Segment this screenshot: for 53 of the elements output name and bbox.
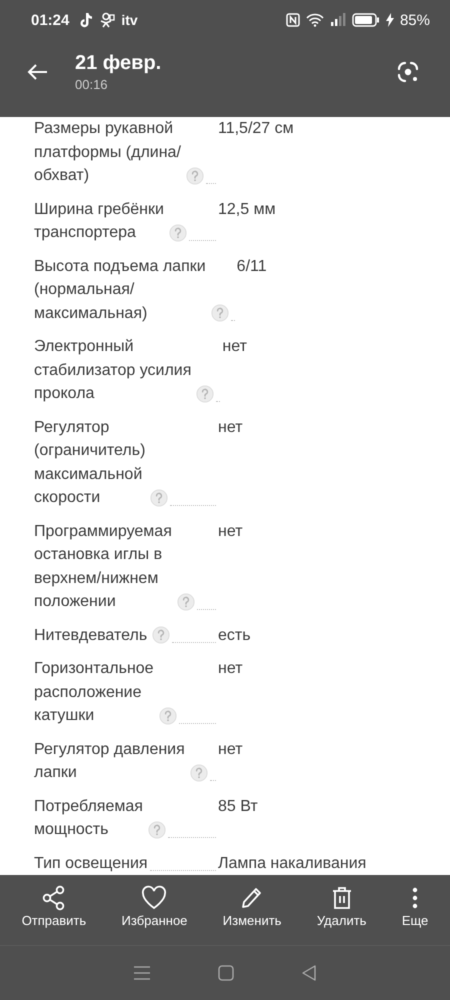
help-icon[interactable]: [152, 626, 170, 644]
home-button[interactable]: [216, 963, 236, 983]
battery-percent: 85%: [400, 12, 430, 28]
spec-label: Размеры рукавной платформы (длина/ обхват): [34, 119, 181, 186]
more-button[interactable]: Еще: [402, 875, 428, 945]
help-icon[interactable]: [150, 488, 168, 506]
battery-icon: [352, 13, 380, 27]
nfc-icon: [286, 13, 300, 27]
delete-button[interactable]: Удалить: [316, 875, 366, 945]
spec-label: Высота подъема лапки (нормальная/ максимальная): [34, 256, 206, 324]
spec-value: 11,5/27 см: [218, 119, 295, 139]
help-icon[interactable]: [210, 304, 229, 322]
help-icon[interactable]: [168, 224, 187, 242]
help-icon[interactable]: [186, 166, 204, 184]
share-button[interactable]: Отправить: [22, 875, 86, 945]
help-icon[interactable]: [176, 592, 195, 610]
spec-value: есть: [218, 626, 252, 646]
spec-label: Потребляемая мощность: [34, 796, 143, 840]
date-title: 21 февр.: [75, 51, 162, 76]
spec-value: нет: [218, 740, 244, 760]
heart-icon: [141, 885, 168, 911]
favorite-button[interactable]: Избранное: [122, 875, 188, 945]
app-label: itv: [121, 12, 138, 28]
edit-button[interactable]: Изменить: [222, 875, 282, 945]
spec-label: Электронный стабилизатор усилия прокола: [34, 337, 192, 404]
spec-label: Программируемая остановка иглы в верхнем/нижнем положении: [34, 522, 172, 612]
spec-value: нет: [218, 418, 244, 438]
spec-value: 12,5 мм: [218, 200, 277, 220]
spec-value: Лампа накаливания: [218, 854, 368, 874]
help-icon[interactable]: [190, 764, 208, 782]
time-subtitle: 00:16: [75, 76, 109, 94]
help-icon[interactable]: [158, 706, 177, 724]
share-icon: [40, 885, 67, 911]
help-icon[interactable]: [196, 384, 214, 402]
spec-label: Тип освещения: [34, 854, 148, 874]
lightning-icon: [386, 13, 394, 27]
spec-label: Регулятор давления лапки: [34, 740, 185, 783]
spec-value: нет: [222, 337, 248, 357]
person-icon: [99, 12, 116, 28]
help-icon[interactable]: [148, 820, 166, 838]
spec-value: нет: [218, 659, 244, 679]
wifi-icon: [306, 13, 324, 27]
spec-value: нет: [218, 522, 244, 542]
music-note-icon: [79, 12, 94, 28]
status-time: 01:24: [31, 12, 70, 28]
spec-value: 6/11: [236, 256, 268, 276]
more-icon: [412, 885, 418, 911]
signal-icon: [330, 13, 346, 27]
spec-label: Нитевдеватель: [34, 626, 148, 646]
spec-label: Горизонтальное расположение катушки: [34, 659, 154, 726]
spec-label: Регулятор (ограничитель) максимальной скорости: [34, 418, 146, 508]
spec-value: 85 Вт: [218, 796, 259, 816]
spec-label: Ширина гребёнки транспортера: [34, 200, 164, 243]
